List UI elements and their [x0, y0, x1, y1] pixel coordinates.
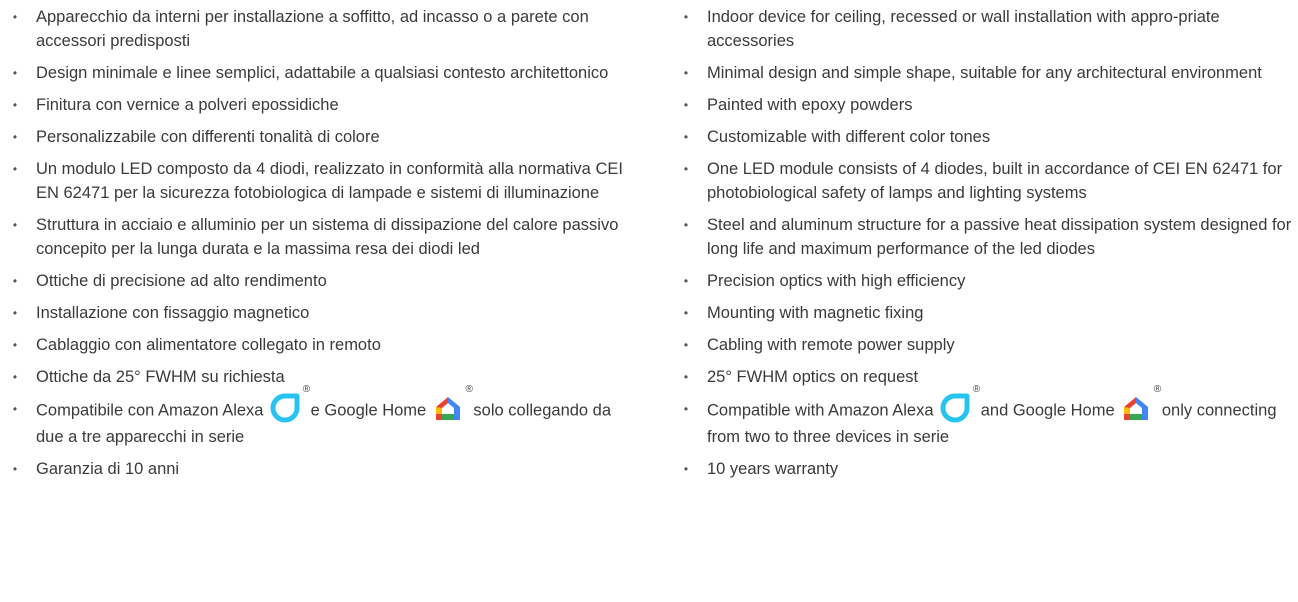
bullet: •: [683, 218, 689, 232]
google-home-icon: ®: [433, 385, 473, 421]
list-item: • One LED module consists of 4 diodes, bu…: [681, 157, 1293, 205]
list-item: • Compatible with Amazon Alexa ® and Goog…: [681, 385, 1293, 449]
list-item: • Garanzia di 10 anni: [10, 457, 630, 481]
feature-text: Installazione con fissaggio magnetico: [36, 304, 310, 322]
list-item: • Precision optics with high efficiency: [681, 269, 1293, 293]
compat-text-before: Compatible with Amazon Alexa: [707, 401, 934, 420]
bullet: •: [683, 462, 689, 476]
feature-text: Minimal design and simple shape, suitabl…: [707, 64, 1262, 82]
feature-text: Cabling with remote power supply: [707, 336, 955, 354]
amazon-alexa-icon: ®: [270, 385, 310, 423]
bullet: •: [12, 338, 18, 352]
list-item: • Design minimale e linee semplici, adatt…: [10, 61, 630, 85]
bullet: •: [12, 162, 18, 176]
feature-text: Customizable with different color tones: [707, 128, 991, 146]
google-home-icon: ®: [1121, 385, 1161, 421]
list-item: • Cabling with remote power supply: [681, 333, 1293, 357]
feature-text: Indoor device for ceiling, recessed or w…: [707, 8, 1220, 50]
registered-mark: ®: [1153, 384, 1162, 395]
bullet: •: [12, 10, 18, 24]
amazon-alexa-icon: ®: [940, 385, 980, 423]
compat-text-middle: and Google Home: [980, 401, 1115, 420]
english-feature-list: • Indoor device for ceiling, recessed or …: [681, 5, 1293, 489]
bullet: •: [12, 98, 18, 112]
list-item: • Compatibile con Amazon Alexa ® e Google…: [10, 385, 630, 449]
feature-text: Personalizzabile con differenti tonalità…: [36, 128, 380, 146]
compat-text-before: Compatibile con Amazon Alexa: [36, 401, 264, 420]
list-item: • Minimal design and simple shape, suitab…: [681, 61, 1293, 85]
feature-text: Cablaggio con alimentatore collegato in …: [36, 336, 381, 354]
registered-mark: ®: [465, 384, 473, 395]
compat-text-middle: e Google Home: [310, 401, 427, 420]
feature-text: Ottiche da 25° FWHM su richiesta: [36, 368, 285, 386]
bullet: •: [683, 370, 689, 384]
bullet: •: [12, 462, 18, 476]
bullet: •: [12, 218, 18, 232]
list-item: • Customizable with different color tones: [681, 125, 1293, 149]
list-item: • Apparecchio da interni per installazion…: [10, 5, 630, 53]
list-item: • Personalizzabile con differenti tonalit…: [10, 125, 630, 149]
feature-text: Painted with epoxy powders: [707, 96, 913, 114]
bullet: •: [12, 130, 18, 144]
registered-mark: ®: [302, 384, 311, 395]
feature-text: Precision optics with high efficiency: [707, 272, 966, 290]
bullet: •: [12, 66, 18, 80]
feature-text: Mounting with magnetic fixing: [707, 304, 924, 322]
bullet: •: [683, 306, 689, 320]
bullet: •: [683, 162, 689, 176]
bullet: •: [683, 10, 689, 24]
list-item: • Ottiche da 25° FWHM su richiesta: [10, 365, 630, 389]
feature-text: 25° FWHM optics on request: [707, 368, 919, 386]
bullet: •: [12, 306, 18, 320]
list-item: • Installazione con fissaggio magnetico: [10, 301, 630, 325]
list-item: • Finitura con vernice a polveri epossidi…: [10, 93, 630, 117]
italian-feature-list: • Apparecchio da interni per installazion…: [10, 5, 630, 489]
feature-text: Struttura in acciaio e alluminio per un …: [36, 216, 619, 258]
list-item: • Painted with epoxy powders: [681, 93, 1293, 117]
feature-text: One LED module consists of 4 diodes, bui…: [707, 160, 1283, 202]
bullet: •: [12, 274, 18, 288]
list-item: • 10 years warranty: [681, 457, 1293, 481]
feature-text: Garanzia di 10 anni: [36, 460, 180, 478]
registered-mark: ®: [972, 384, 981, 395]
list-item: • Struttura in acciaio e alluminio per un…: [10, 213, 630, 261]
list-item: • Ottiche di precisione ad alto rendiment…: [10, 269, 630, 293]
bullet: •: [683, 338, 689, 352]
list-item: • Un modulo LED composto da 4 diodi, real…: [10, 157, 630, 205]
bullet: •: [683, 66, 689, 80]
bullet: •: [683, 274, 689, 288]
feature-text: Apparecchio da interni per installazione…: [36, 8, 589, 50]
bullet: •: [683, 130, 689, 144]
bullet: •: [12, 370, 18, 384]
feature-text: 10 years warranty: [707, 460, 839, 478]
list-item: • Mounting with magnetic fixing: [681, 301, 1293, 325]
bullet: •: [683, 402, 689, 416]
feature-text: Steel and aluminum structure for a passi…: [707, 216, 1292, 258]
list-item: • Cablaggio con alimentatore collegato in…: [10, 333, 630, 357]
list-item: • Indoor device for ceiling, recessed or …: [681, 5, 1293, 53]
feature-text: Ottiche di precisione ad alto rendimento: [36, 272, 327, 290]
list-item: • Steel and aluminum structure for a pass…: [681, 213, 1293, 261]
feature-text: Un modulo LED composto da 4 diodi, reali…: [36, 160, 623, 202]
feature-text: Design minimale e linee semplici, adatta…: [36, 64, 609, 82]
list-item: • 25° FWHM optics on request: [681, 365, 1293, 389]
bullet: •: [683, 98, 689, 112]
bullet: •: [12, 402, 18, 416]
feature-text: Finitura con vernice a polveri epossidic…: [36, 96, 339, 114]
